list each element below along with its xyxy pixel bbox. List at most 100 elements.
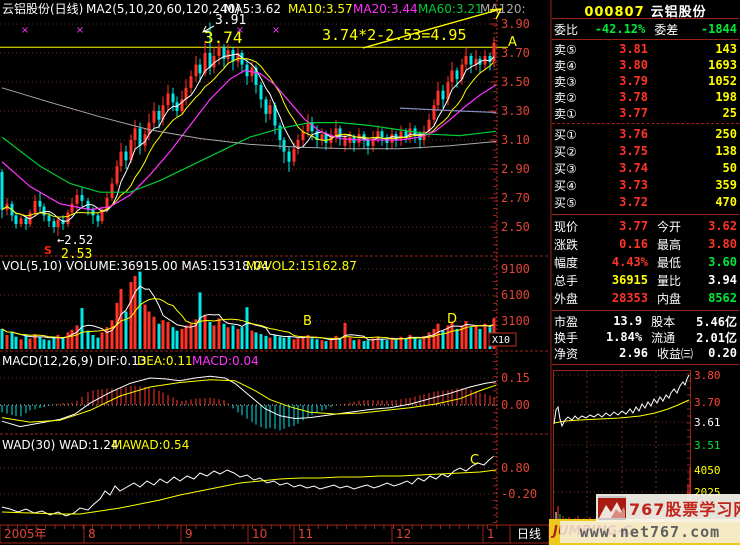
volume-bar — [53, 338, 56, 349]
candle-body — [134, 128, 137, 140]
bid-row-label: 买⑤ — [554, 194, 592, 211]
candle-body — [172, 94, 175, 103]
watermark-url[interactable]: www.net767.com — [560, 521, 740, 543]
candle-body — [57, 220, 60, 227]
volume-bar — [265, 336, 268, 349]
weibi-label: 委比 — [554, 21, 587, 38]
volume-bar — [479, 329, 482, 349]
candle-body — [293, 149, 296, 162]
fund-row-label1: 换手 — [554, 329, 586, 346]
bid-row[interactable]: 买①3.76250 — [551, 126, 740, 142]
volume-bar — [456, 329, 459, 349]
price-axis-label: 3.50 — [501, 75, 530, 89]
fund-row: 净资2.96收益㈢0.20 — [551, 345, 740, 361]
ma240-line — [400, 108, 496, 112]
bid-row-qty: 50 — [648, 161, 737, 175]
vol-pane-header: MAVOL2:15162.87 — [246, 259, 357, 273]
ask-row[interactable]: 卖④3.801693 — [551, 57, 740, 73]
volume-bar — [470, 327, 473, 349]
candle-body — [456, 70, 459, 79]
candle-body — [307, 123, 310, 132]
stat-row-value1: 36915 — [588, 273, 648, 287]
bid-row[interactable]: 买⑤3.72470 — [551, 194, 740, 210]
macd-pane-header: MACD(12,26,9) DIF:0.13 — [2, 354, 146, 368]
volume-bar — [223, 324, 226, 349]
volume-bar — [484, 324, 487, 349]
bid-row[interactable]: 买④3.73359 — [551, 177, 740, 193]
bid-row-price: 3.73 — [592, 178, 648, 192]
target-formula-annotation: 3.74*2-2.53=4.95 — [322, 26, 467, 44]
main-pane-header: 云铝股份(日线) — [2, 1, 83, 16]
stat-row-value2: 3.60 — [705, 255, 737, 269]
ask-row[interactable]: 卖②3.78198 — [551, 89, 740, 105]
weicha-value: -1844 — [701, 22, 737, 36]
volume-bar — [144, 305, 147, 349]
bid-row-qty: 359 — [648, 178, 737, 192]
fund-row-value2: 0.20 — [705, 346, 737, 360]
divider — [552, 18, 739, 19]
quote-title[interactable]: 000807云铝股份 — [551, 1, 740, 17]
bid-row[interactable]: 买②3.75138 — [551, 143, 740, 159]
volume-bar — [279, 337, 282, 349]
fund-row-label2: 流通 — [642, 329, 696, 346]
bid-row-qty: 470 — [648, 195, 737, 209]
ask-row-label: 卖④ — [554, 57, 592, 74]
macd-pane-header: DEA:0.11 — [137, 354, 193, 368]
price-axis-label: 2.70 — [501, 191, 530, 205]
timeline-month-label: 8 — [88, 527, 96, 541]
bid-row-price: 3.76 — [592, 127, 648, 141]
main-pane-header: MA120: — [480, 2, 526, 16]
volume-bar — [297, 338, 300, 349]
mark-C: C — [470, 453, 479, 468]
period-selector[interactable]: 日线 — [517, 527, 541, 541]
ask-row-label: 卖⑤ — [554, 41, 592, 58]
volume-bar — [62, 338, 65, 349]
stat-row-label1: 幅度 — [554, 254, 588, 271]
volume-bar — [185, 325, 188, 349]
ask-row[interactable]: 卖①3.7725 — [551, 105, 740, 121]
ask-row-price: 3.77 — [592, 106, 648, 120]
ask-row[interactable]: 卖⑤3.81143 — [551, 41, 740, 57]
bid-row-price: 3.74 — [592, 161, 648, 175]
low-price-annotation: ←2.52 — [57, 233, 93, 247]
stat-row-value1: 4.43% — [588, 255, 648, 269]
volume-bar — [241, 327, 244, 349]
candle-body — [218, 47, 221, 56]
volume-bar — [20, 339, 23, 349]
watermark-site[interactable]: 767股票学习网 — [596, 494, 740, 522]
volume-bar — [153, 317, 156, 349]
fund-row-label2: 股本 — [642, 313, 696, 330]
bid-row-price: 3.72 — [592, 195, 648, 209]
volume-bar — [167, 322, 170, 349]
volume-bar — [302, 337, 305, 349]
macd-axis-label: 0.00 — [501, 398, 530, 412]
volume-bar — [43, 339, 46, 349]
expert-x-mark: × — [272, 25, 280, 36]
volume-bar — [39, 337, 42, 349]
stat-row-label2: 最低 — [648, 254, 705, 271]
watermark-site-name: 767股票学习网 — [629, 496, 740, 520]
volume-bar — [475, 325, 478, 349]
price-axis-label: 2.50 — [501, 220, 530, 234]
volume-bar — [363, 341, 366, 349]
mark-A: A — [508, 35, 517, 50]
volume-bar — [339, 338, 342, 349]
mark-D: D — [447, 312, 457, 327]
fund-row-value1: 2.96 — [588, 346, 648, 360]
volume-bar — [353, 340, 356, 349]
volume-bar — [419, 339, 422, 349]
volume-axis-label: 9100 — [501, 262, 530, 276]
volume-bar — [172, 327, 175, 349]
volume-bar — [139, 272, 142, 349]
ask-row-price: 3.79 — [592, 74, 648, 88]
wad-pane-header: WAD(30) WAD:1.24 — [2, 438, 119, 452]
fund-row-label2: 收益㈢ — [648, 345, 705, 362]
site-logo-icon — [598, 496, 626, 520]
candle-body — [437, 91, 440, 106]
ask-row[interactable]: 卖③3.791052 — [551, 73, 740, 89]
bid-row[interactable]: 买③3.7450 — [551, 160, 740, 176]
expert-x-mark: × — [21, 25, 29, 36]
volume-bar — [381, 339, 384, 349]
candle-body — [153, 111, 156, 123]
ask-row-label: 卖① — [554, 105, 592, 122]
